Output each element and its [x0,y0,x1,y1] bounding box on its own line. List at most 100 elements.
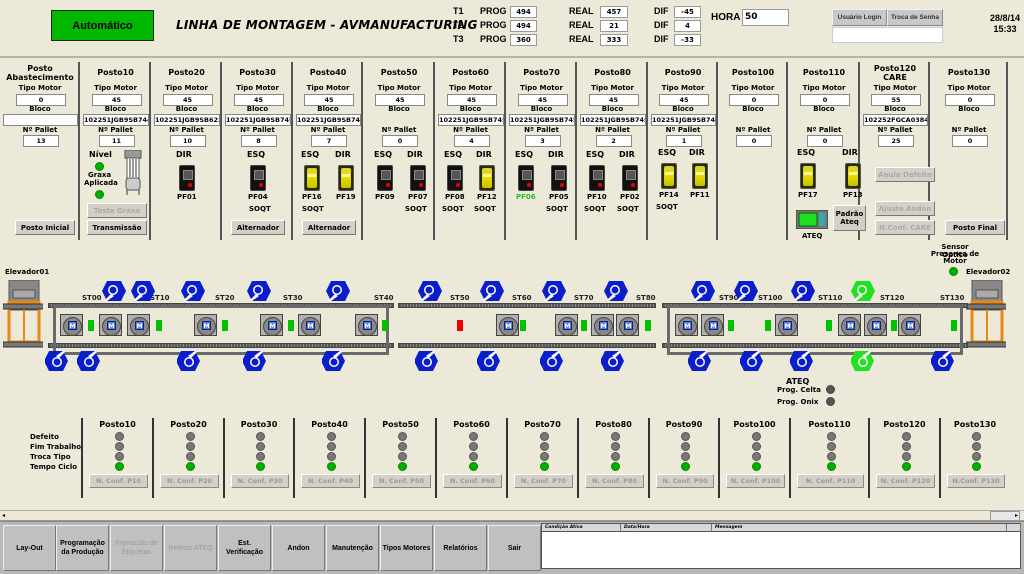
nconf-button[interactable]: N. Conf. P20 [160,474,219,488]
alarm-col-message[interactable]: Mensagem [712,524,1007,532]
pallet-field[interactable]: 25 [878,135,914,147]
pallet-with-motor[interactable]: M [496,314,519,336]
bloco-field[interactable] [3,114,78,126]
robot-bottom-icon[interactable] [321,350,346,372]
hora-input[interactable]: 50 [742,9,789,26]
ajuste-andon-button[interactable]: Ajuste Andon [875,201,935,216]
robot-top-icon[interactable] [733,280,758,302]
pallet-field[interactable]: 0 [736,135,772,147]
robot-bottom-icon[interactable] [176,350,201,372]
change-password-button[interactable]: Troca de Senha [887,9,943,26]
pallet-with-motor[interactable]: M [775,314,798,336]
bloco-field[interactable]: 102252FGCA038491 [863,114,928,126]
robot-bottom-active-icon[interactable] [850,350,875,372]
footer-button-lay-out[interactable]: Lay-Out [3,525,56,571]
robot-top-icon[interactable] [790,280,815,302]
footer-button-sair[interactable]: Sair [488,525,541,571]
nconf-button[interactable]: N. Conf. P70 [514,474,573,488]
footer-button-relatorios[interactable]: Relatórios [434,525,487,571]
pallet-with-motor[interactable]: M [675,314,698,336]
alarm-col-condition[interactable]: Condição Ativa [542,524,621,532]
alarm-list[interactable]: Condição Ativa Data/Hora Mensagem [541,523,1021,569]
alternador-button-p40[interactable]: Alternador [302,220,356,235]
pallet-with-motor[interactable]: M [99,314,122,336]
robot-top-icon[interactable] [479,280,504,302]
bloco-field[interactable]: 102251JGB9SB7457 [438,114,504,126]
nconf-button[interactable]: N. Conf. P50 [372,474,431,488]
pallet-with-motor[interactable]: M [898,314,921,336]
pallet-field[interactable]: 0 [952,135,988,147]
pallet-field[interactable]: 2 [595,135,632,147]
robot-top-icon[interactable] [246,280,271,302]
transmissao-button[interactable]: Transmissão [87,220,147,235]
footer-button-programacao-da-producao[interactable]: Programação da Produção [56,525,109,571]
footer-button-tipos-motores[interactable]: Tipos Motores [380,525,433,571]
anula-defeito-button[interactable]: Anula Defeito [875,167,935,182]
nconf-button[interactable]: N. Conf. P60 [443,474,502,488]
bloco-field[interactable]: 102251JGB9SB7455 [580,114,646,126]
pallet-with-motor[interactable]: M [260,314,283,336]
footer-button-est-verificacao[interactable]: Est. Verificação [218,525,271,571]
alternador-button-p30[interactable]: Alternador [231,220,285,235]
robot-bottom-icon[interactable] [414,350,439,372]
pallet-with-motor[interactable]: M [60,314,83,336]
robot-bottom-icon[interactable] [789,350,814,372]
nconf-button[interactable]: N.Conf. P130 [947,474,1005,488]
robot-top-icon[interactable] [603,280,628,302]
pallet-field[interactable]: 0 [807,135,843,147]
robot-bottom-icon[interactable] [739,350,764,372]
bloco-field[interactable]: 102251JGB9SB6221 [154,114,220,126]
bloco-field[interactable]: 102251JGB9SB7459 [509,114,575,126]
pallet-field[interactable]: 0 [382,135,418,147]
pallet-with-motor[interactable]: M [701,314,724,336]
robot-bottom-icon[interactable] [687,350,712,372]
pallet-with-motor[interactable]: M [555,314,578,336]
alarm-col-datetime[interactable]: Data/Hora [621,524,712,532]
robot-bottom-icon[interactable] [44,350,69,372]
scroll-left-icon[interactable]: ◂ [2,512,9,520]
pallet-with-motor[interactable]: M [616,314,639,336]
nconf-button[interactable]: N. Conf. P10 [89,474,148,488]
pallet-field[interactable]: 8 [240,135,277,147]
robot-bottom-icon[interactable] [242,350,267,372]
robot-bottom-icon[interactable] [930,350,955,372]
robot-top-icon[interactable] [417,280,442,302]
pallet-field[interactable]: 3 [524,135,561,147]
footer-button-andon[interactable]: Andon [272,525,325,571]
horizontal-scrollbar[interactable]: ◂ ▸ [0,510,1024,521]
pallet-field[interactable]: 10 [169,135,206,147]
pallet-field[interactable]: 1 [666,135,702,147]
robot-bottom-icon[interactable] [76,350,101,372]
nconf-button[interactable]: N. Conf. P90 [656,474,714,488]
nconf-button[interactable]: N. Conf. P120 [876,474,935,488]
bloco-field[interactable]: 102251JGB9SB7448 [83,114,149,126]
pallet-with-motor[interactable]: M [298,314,321,336]
pallet-with-motor[interactable]: M [591,314,614,336]
pallet-field[interactable]: 11 [98,135,135,147]
nconf-button[interactable]: N. Conf. P100 [726,474,785,488]
robot-bottom-icon[interactable] [600,350,625,372]
robot-top-icon[interactable] [130,280,155,302]
nconf-button[interactable]: N. Conf. P110 [797,474,864,488]
robot-top-icon[interactable] [180,280,205,302]
robot-bottom-icon[interactable] [539,350,564,372]
robot-bottom-icon[interactable] [476,350,501,372]
footer-button-impressao-de-etiquetas[interactable]: Impressão de Etiquetas [110,525,163,571]
bloco-field[interactable]: 102251JGB9SB7452 [651,114,716,126]
pallet-with-motor[interactable]: M [194,314,217,336]
padrao-ateq-button[interactable]: Padrão Ateq [833,205,866,231]
robot-top-icon[interactable] [690,280,715,302]
robot-top-active-icon[interactable] [850,280,875,302]
footer-button-manutencao[interactable]: Manutenção [326,525,379,571]
pallet-with-motor[interactable]: M [838,314,861,336]
bloco-field[interactable]: 102251JGB9SB7450 [225,114,291,126]
teste-graxa-button[interactable]: Teste Graxa [87,203,147,218]
pallet-with-motor[interactable]: M [127,314,150,336]
user-login-button[interactable]: Usuário Login [832,9,887,26]
footer-button-reteste-ateq[interactable]: Reteste ATEQ [164,525,217,571]
nconf-button[interactable]: N. Conf. P40 [301,474,360,488]
pallet-with-motor[interactable]: M [355,314,378,336]
bloco-field[interactable]: 102251JGB9SB7449 [296,114,361,126]
robot-top-icon[interactable] [101,280,126,302]
pallet-with-motor[interactable]: M [864,314,887,336]
